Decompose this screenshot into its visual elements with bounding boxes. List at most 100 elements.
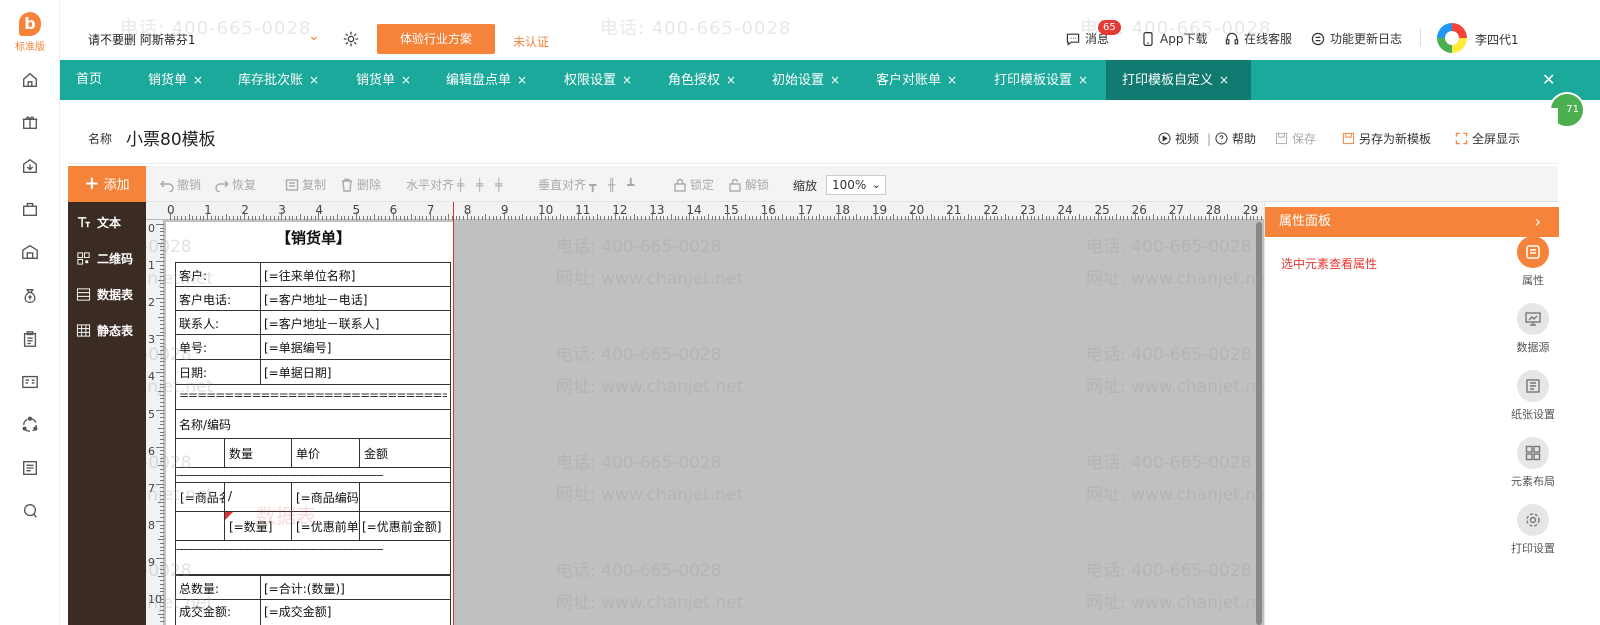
- dash-separator[interactable]: ----------------------------------------…: [176, 468, 450, 482]
- avatar[interactable]: [1437, 23, 1467, 53]
- add-element-button[interactable]: + 添加: [68, 166, 146, 202]
- tab-0[interactable]: 首页: [60, 60, 132, 100]
- side-tool-property[interactable]: 属性: [1508, 236, 1558, 288]
- delete-button[interactable]: 删除: [340, 176, 381, 193]
- palette-item-qrcode[interactable]: 二维码: [76, 250, 133, 267]
- total-amount-label[interactable]: 成交金额:: [179, 603, 231, 620]
- lock-button[interactable]: 锁定: [673, 176, 714, 193]
- copy-button[interactable]: 复制: [285, 176, 326, 193]
- tab-1[interactable]: 销货单 ×: [132, 60, 222, 100]
- tab-label: 打印模板设置: [994, 73, 1073, 88]
- column-header[interactable]: 数量: [229, 445, 253, 462]
- chevron-down-icon[interactable]: ⌄: [308, 28, 320, 44]
- tab-7[interactable]: 初始设置 ×: [756, 60, 860, 100]
- column-header[interactable]: 单价: [296, 445, 320, 462]
- online-service-button[interactable]: 在线客服: [1224, 30, 1292, 47]
- total-qty-label[interactable]: 总数量:: [179, 580, 219, 597]
- bag-icon[interactable]: [19, 198, 41, 220]
- field-label[interactable]: 日期:: [179, 364, 207, 381]
- field-value[interactable]: [=单据日期]: [264, 364, 331, 381]
- receipt-paper[interactable]: 【销货单】 客户: [=往来单位名称] 客户电话: [=客户地址－电话] 联系人…: [166, 222, 454, 625]
- h-align-button[interactable]: 水平对齐 ╪ ╪ ╪: [406, 176, 506, 193]
- tab-4[interactable]: 编辑盘点单 ×: [430, 60, 548, 100]
- box-in-icon[interactable]: [19, 155, 41, 177]
- template-name[interactable]: 小票80模板: [126, 125, 216, 150]
- side-tool-paper[interactable]: 纸张设置: [1508, 370, 1558, 422]
- uncertified-link[interactable]: 未认证: [513, 33, 549, 50]
- side-tool-monitor[interactable]: 数据源: [1508, 303, 1558, 355]
- video-button[interactable]: 视频 |: [1158, 130, 1211, 147]
- equals-separator[interactable]: =====================================: [179, 388, 447, 402]
- username[interactable]: 李四代1: [1475, 31, 1519, 48]
- save-as-new-button[interactable]: 另存为新模板: [1342, 130, 1431, 147]
- field-label[interactable]: 客户:: [179, 267, 207, 284]
- gear-icon[interactable]: [342, 30, 360, 48]
- properties-panel-header[interactable]: 属性面板 ›: [1265, 207, 1559, 237]
- total-qty-value[interactable]: [=合计:(数量)]: [264, 580, 345, 597]
- close-tab-icon[interactable]: ×: [947, 73, 957, 87]
- clipboard-icon[interactable]: [19, 328, 41, 350]
- field-label[interactable]: 单号:: [179, 339, 207, 356]
- field-label[interactable]: 客户电话:: [179, 291, 231, 308]
- palette-item-text[interactable]: 文本: [76, 214, 121, 231]
- chat-icon[interactable]: [19, 500, 41, 522]
- close-all-tabs-icon[interactable]: ✕: [1542, 70, 1590, 89]
- id-card-icon[interactable]: [19, 371, 41, 393]
- total-amount-value[interactable]: [=成交金额]: [264, 603, 331, 620]
- gift-icon[interactable]: [19, 111, 41, 133]
- receipt-title[interactable]: 【销货单】: [276, 227, 351, 248]
- field-label[interactable]: 联系人:: [179, 315, 219, 332]
- field-value[interactable]: [=单据编号]: [264, 339, 331, 356]
- cycle-icon[interactable]: [19, 414, 41, 436]
- app-logo[interactable]: b 标准版: [10, 12, 50, 56]
- side-tool-grid-layout[interactable]: 元素布局: [1508, 437, 1558, 489]
- zoom-select[interactable]: 100% ⌄: [826, 175, 886, 195]
- close-tab-icon[interactable]: ×: [193, 73, 203, 87]
- close-tab-icon[interactable]: ×: [1219, 73, 1229, 87]
- close-tab-icon[interactable]: ×: [517, 73, 527, 87]
- fullscreen-button[interactable]: 全屏显示: [1455, 130, 1520, 147]
- chevron-right-icon[interactable]: ›: [1535, 207, 1541, 237]
- tab-8[interactable]: 客户对账单 ×: [860, 60, 978, 100]
- close-tab-icon[interactable]: ×: [401, 73, 411, 87]
- close-tab-icon[interactable]: ×: [830, 73, 840, 87]
- close-tab-icon[interactable]: ×: [726, 73, 736, 87]
- undo-button[interactable]: 撤销: [160, 176, 201, 193]
- close-tab-icon[interactable]: ×: [622, 73, 632, 87]
- tab-5[interactable]: 权限设置 ×: [548, 60, 652, 100]
- unlock-button[interactable]: 解锁: [728, 176, 769, 193]
- tab-3[interactable]: 销货单 ×: [340, 60, 430, 100]
- close-tab-icon[interactable]: ×: [309, 73, 319, 87]
- news-icon[interactable]: [19, 457, 41, 479]
- item-slash-cell[interactable]: /: [228, 489, 232, 503]
- dash-separator[interactable]: ----------------------------------------…: [176, 542, 450, 556]
- name-code-header[interactable]: 名称/编码: [179, 416, 231, 433]
- company-selector[interactable]: 请不要删 阿斯蒂芬1: [88, 31, 195, 48]
- field-value[interactable]: [=往来单位名称]: [264, 267, 355, 284]
- column-header[interactable]: 金额: [364, 445, 388, 462]
- item-name-cell[interactable]: [=商品名: [180, 489, 224, 506]
- v-align-button[interactable]: 垂直对齐 ┳ ╫ ┻: [538, 176, 638, 193]
- close-tab-icon[interactable]: ×: [1078, 73, 1088, 87]
- warehouse-icon[interactable]: [19, 241, 41, 263]
- side-tool-gear[interactable]: 打印设置: [1508, 504, 1558, 556]
- tab-6[interactable]: 角色授权 ×: [652, 60, 756, 100]
- tab-10[interactable]: 打印模板自定义 ×: [1106, 60, 1251, 100]
- palette-item-data-table[interactable]: 数据表: [76, 286, 133, 303]
- design-canvas[interactable]: 0 1 2 3 4 5 6 7 8 9 10 11 12 13 14 15 16 17 18 19 20 21 22 23 24…: [146, 202, 1264, 625]
- tab-2[interactable]: 库存批次账 ×: [222, 60, 340, 100]
- industry-solution-button[interactable]: 体验行业方案: [377, 24, 495, 54]
- help-button[interactable]: 帮助: [1215, 130, 1256, 147]
- home-icon[interactable]: [19, 69, 41, 91]
- app-download-button[interactable]: App下载: [1140, 30, 1207, 47]
- redo-button[interactable]: 恢复: [215, 176, 256, 193]
- money-bag-icon[interactable]: [19, 285, 41, 307]
- update-log-button[interactable]: 功能更新日志: [1310, 30, 1402, 47]
- field-value[interactable]: [=客户地址－联系人]: [264, 315, 379, 332]
- tab-9[interactable]: 打印模板设置 ×: [978, 60, 1106, 100]
- field-value[interactable]: [=客户地址－电话]: [264, 291, 367, 308]
- item-amount-cell[interactable]: [=优惠前金额]: [362, 518, 450, 535]
- palette-item-static-table[interactable]: 静态表: [76, 322, 133, 339]
- save-button[interactable]: 保存: [1275, 130, 1316, 147]
- vertical-scrollbar[interactable]: [1256, 222, 1262, 625]
